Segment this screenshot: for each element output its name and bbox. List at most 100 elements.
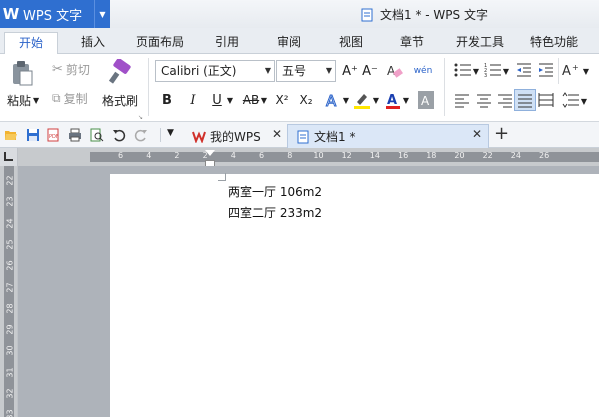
save-icon[interactable]	[26, 128, 40, 142]
tab-references[interactable]: 引用	[205, 32, 249, 54]
ribbon-separator	[148, 58, 149, 116]
chevron-down-icon[interactable]: ▼	[342, 94, 350, 106]
app-menu-button[interactable]: W WPS 文字 ▼	[0, 0, 110, 28]
ruler-tick-label: 23	[5, 196, 15, 207]
underline-button[interactable]: U	[208, 90, 226, 110]
document-canvas[interactable]: 两室一厅 106m2 四室二厅 233m2	[18, 166, 599, 417]
ruler-tick-label: 16	[398, 151, 409, 160]
tab-stop-selector[interactable]	[0, 148, 18, 166]
change-case-icon[interactable]: A +	[562, 62, 582, 78]
chevron-down-icon: ▼	[33, 96, 40, 105]
svg-text:A: A	[562, 64, 571, 78]
document-line[interactable]: 两室一厅 106m2	[228, 183, 322, 200]
distributed-align-icon[interactable]	[538, 92, 554, 108]
font-size-value: 五号	[282, 64, 307, 78]
tab-developer[interactable]: 开发工具	[450, 32, 510, 54]
paste-icon[interactable]	[10, 60, 34, 86]
align-justify-button[interactable]	[514, 89, 536, 111]
ruler-tick-label: 14	[369, 151, 380, 160]
print-icon[interactable]	[68, 128, 82, 142]
tab-home[interactable]: 开始	[4, 32, 58, 55]
new-tab-icon[interactable]: +	[494, 123, 509, 144]
export-pdf-icon[interactable]: PDF	[46, 128, 60, 142]
tab-insert[interactable]: 插入	[70, 32, 116, 54]
format-painter-icon[interactable]	[108, 59, 134, 85]
copy-button[interactable]: ⧉ 复制	[52, 90, 88, 107]
doc-tab-document1[interactable]: 文档1 *	[287, 124, 489, 148]
highlight-icon[interactable]	[352, 90, 372, 110]
tab-chapter[interactable]: 章节	[390, 32, 434, 54]
cut-label: 剪切	[65, 63, 90, 77]
tab-page-layout[interactable]: 页面布局	[130, 32, 190, 54]
title-bar: W WPS 文字 ▼ 文档1 * - WPS 文字	[0, 0, 599, 28]
ruler-tick-label: 12	[341, 151, 352, 160]
print-preview-icon[interactable]	[90, 128, 104, 142]
doc-tab-my-wps[interactable]: 我的WPS	[184, 124, 286, 148]
left-tab-icon	[4, 152, 13, 161]
increase-indent-icon[interactable]	[538, 62, 554, 78]
chevron-down-icon[interactable]: ▼	[582, 65, 590, 77]
tab-view[interactable]: 视图	[329, 32, 373, 54]
customize-toolbar-icon[interactable]: ▼	[167, 128, 174, 138]
clear-format-icon[interactable]: A	[386, 62, 404, 80]
align-left-icon[interactable]	[454, 92, 470, 108]
close-tab-icon[interactable]: ✕	[472, 127, 482, 141]
chevron-down-icon[interactable]: ▼	[94, 0, 110, 28]
align-right-icon[interactable]	[497, 92, 513, 108]
toolbar-separator	[160, 128, 161, 142]
decrease-indent-icon[interactable]	[516, 62, 532, 78]
redo-icon[interactable]	[134, 128, 148, 142]
ruler-tick-label: 2	[174, 151, 180, 160]
wps-logo-icon: W	[2, 5, 20, 23]
chevron-down-icon[interactable]: ▼	[402, 94, 410, 106]
paste-button[interactable]: 粘贴 ▼	[7, 92, 39, 109]
close-tab-icon[interactable]: ✕	[272, 127, 282, 141]
scissors-icon: ✂	[52, 62, 63, 77]
bullet-list-icon[interactable]	[454, 62, 472, 78]
svg-text:PDF: PDF	[49, 134, 59, 140]
undo-icon[interactable]	[112, 128, 126, 142]
superscript-button[interactable]: X²	[272, 90, 292, 110]
chevron-down-icon[interactable]: ▼	[226, 94, 234, 106]
font-color-icon[interactable]: A	[384, 90, 402, 110]
quick-access-bar: PDF ▼ 我的WPS ✕ 文档1 * ✕ +	[0, 122, 599, 148]
chevron-down-icon[interactable]: ▼	[580, 95, 588, 107]
shrink-font-button[interactable]: A⁻	[362, 62, 378, 80]
align-center-icon[interactable]	[476, 92, 492, 108]
chevron-down-icon[interactable]: ▼	[502, 65, 510, 77]
subscript-button[interactable]: X₂	[296, 90, 316, 110]
open-folder-icon[interactable]	[4, 128, 18, 142]
doc-tab-label: 我的WPS	[210, 129, 261, 144]
dialog-launcher-icon[interactable]: ↘	[138, 114, 143, 121]
line-spacing-icon[interactable]	[562, 92, 580, 108]
tab-review[interactable]: 审阅	[267, 32, 311, 54]
first-line-indent-marker[interactable]	[205, 150, 215, 156]
ribbon-separator	[558, 58, 559, 84]
char-shading-icon[interactable]: A	[418, 91, 434, 109]
font-name-value: Calibri (正文)	[161, 64, 237, 78]
cut-button[interactable]: ✂ 剪切	[52, 61, 90, 78]
horizontal-ruler[interactable]: 6 4 2 2 4 6 8 10 12 14 16 18 20 22 24 26	[18, 148, 599, 166]
italic-button[interactable]: I	[184, 90, 202, 110]
vertical-ruler[interactable]: 22 23 24 25 26 27 28 29 30 31 32 33	[0, 166, 18, 417]
font-name-select[interactable]: Calibri (正文) ▼	[155, 60, 275, 82]
copy-label: 复制	[63, 92, 88, 106]
ruler-tick-label: 30	[5, 345, 15, 356]
bold-button[interactable]: B	[158, 90, 176, 110]
chevron-down-icon[interactable]: ▼	[472, 65, 480, 77]
tab-features[interactable]: 特色功能	[524, 32, 584, 54]
pinyin-guide-button[interactable]: wén	[410, 60, 436, 82]
document-page[interactable]: 两室一厅 106m2 四室二厅 233m2	[110, 173, 599, 417]
ruler-tick-label: 24	[510, 151, 521, 160]
chevron-down-icon[interactable]: ▼	[372, 94, 380, 106]
ruler-tick-label: 29	[5, 324, 15, 335]
ruler-tick-label: 26	[539, 151, 550, 160]
text-effects-icon[interactable]: A	[324, 90, 342, 111]
chevron-down-icon[interactable]: ▼	[260, 94, 268, 106]
svg-text:A: A	[421, 94, 430, 108]
font-size-select[interactable]: 五号 ▼	[276, 60, 336, 82]
numbered-list-icon[interactable]: 1 2 3	[484, 62, 502, 78]
format-painter-button[interactable]: 格式刷	[102, 92, 138, 109]
grow-font-button[interactable]: A⁺	[342, 62, 358, 80]
document-line[interactable]: 四室二厅 233m2	[228, 204, 322, 221]
